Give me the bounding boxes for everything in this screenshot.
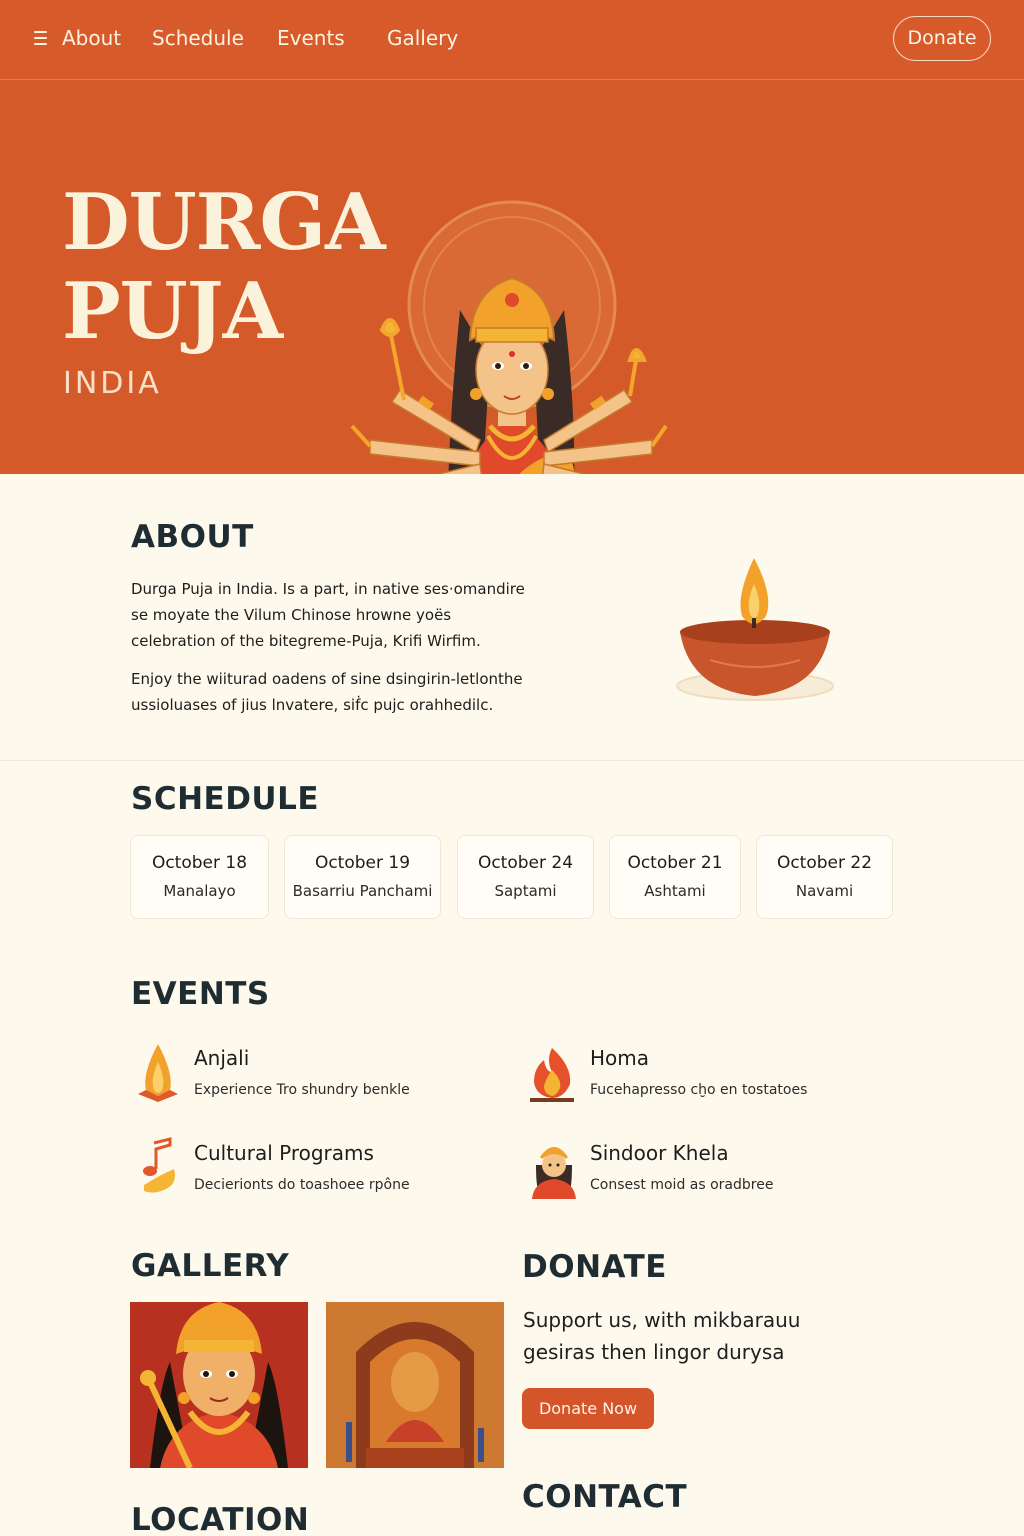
schedule-card[interactable]: October 19 Basarriu Panchami — [284, 835, 441, 919]
hero-banner: DURGA PUJA INDIA — [0, 80, 1024, 474]
nav-link-schedule[interactable]: Schedule — [152, 26, 244, 50]
pandal-image — [326, 1302, 504, 1468]
event-item-homa[interactable]: Homa Fucehapresso cḫo en tostatoes — [526, 1040, 886, 1106]
nav-link-events[interactable]: Events — [277, 26, 345, 50]
event-item-sindoor-khela[interactable]: Sindoor Khela Consest moid as oradbree — [526, 1135, 886, 1201]
section-divider — [0, 760, 1024, 761]
gallery-image-durga[interactable] — [130, 1302, 308, 1468]
schedule-date: October 19 — [314, 853, 411, 873]
event-title: Anjali — [194, 1046, 250, 1070]
event-title: Homa — [590, 1046, 650, 1070]
fire-icon — [530, 1048, 574, 1102]
donate-button[interactable]: Donate — [893, 16, 991, 61]
events-heading: EVENTS — [131, 976, 270, 1012]
about-paragraph-2: Enjoy the wiiturad oadens of sine dsingi… — [131, 670, 523, 714]
gallery-image-pandal[interactable] — [326, 1302, 504, 1468]
schedule-date: October 21 — [627, 853, 723, 873]
schedule-date: October 24 — [477, 853, 574, 873]
schedule-day: Basarriu Panchami — [292, 882, 433, 900]
schedule-date: October 22 — [776, 853, 873, 873]
schedule-heading: SCHEDULE — [131, 781, 320, 817]
about-text: Durga Puja in India. Is a part, in nativ… — [131, 576, 531, 718]
donate-text: Support us, with mikbarauu gesiras then … — [523, 1308, 801, 1364]
flame-offering-icon — [138, 1044, 178, 1102]
diya-lamp-icon — [676, 558, 834, 701]
event-title: Cultural Programs — [194, 1141, 374, 1165]
event-description: Consest moid as oradbree — [590, 1177, 774, 1193]
hero-subtitle: INDIA — [63, 366, 162, 401]
contact-heading: CONTACT — [522, 1479, 688, 1515]
schedule-day: Navami — [795, 882, 854, 900]
nav-link-about[interactable]: About — [62, 26, 121, 50]
schedule-date: October 18 — [151, 853, 248, 873]
music-note-icon — [143, 1137, 175, 1193]
menu-icon[interactable] — [34, 31, 47, 47]
about-paragraph-1: Durga Puja in India. Is a part, in nativ… — [131, 580, 525, 650]
nav-link-gallery[interactable]: Gallery — [387, 26, 458, 50]
schedule-card[interactable]: October 24 Saptami — [457, 835, 594, 919]
event-description: Decierionts do toashoee rpône — [194, 1177, 410, 1193]
event-item-cultural-programs[interactable]: Cultural Programs Decierionts do toashoe… — [130, 1135, 490, 1201]
about-heading: ABOUT — [131, 519, 254, 555]
event-item-anjali[interactable]: Anjali Experience Tro shundry benkle — [130, 1040, 490, 1106]
schedule-day: Ashtami — [644, 882, 706, 900]
event-title: Sindoor Khela — [590, 1141, 729, 1165]
schedule-day: Manalayo — [163, 882, 236, 900]
donate-heading: DONATE — [522, 1249, 667, 1285]
top-navbar: About Schedule Events Gallery Donate — [0, 0, 1024, 80]
durga-illustration — [350, 200, 668, 474]
schedule-card[interactable]: October 22 Navami — [756, 835, 893, 919]
donate-now-button[interactable]: Donate Now — [522, 1388, 654, 1429]
event-description: Fucehapresso cḫo en tostatoes — [590, 1082, 808, 1098]
location-heading: LOCATION — [131, 1502, 310, 1536]
schedule-card[interactable]: October 21 Ashtami — [609, 835, 741, 919]
woman-icon — [532, 1147, 576, 1199]
durga-portrait-image — [130, 1302, 308, 1468]
gallery-heading: GALLERY — [131, 1248, 290, 1284]
schedule-card[interactable]: October 18 Manalayo — [130, 835, 269, 919]
event-description: Experience Tro shundry benkle — [194, 1082, 410, 1098]
schedule-day: Saptami — [494, 882, 557, 900]
